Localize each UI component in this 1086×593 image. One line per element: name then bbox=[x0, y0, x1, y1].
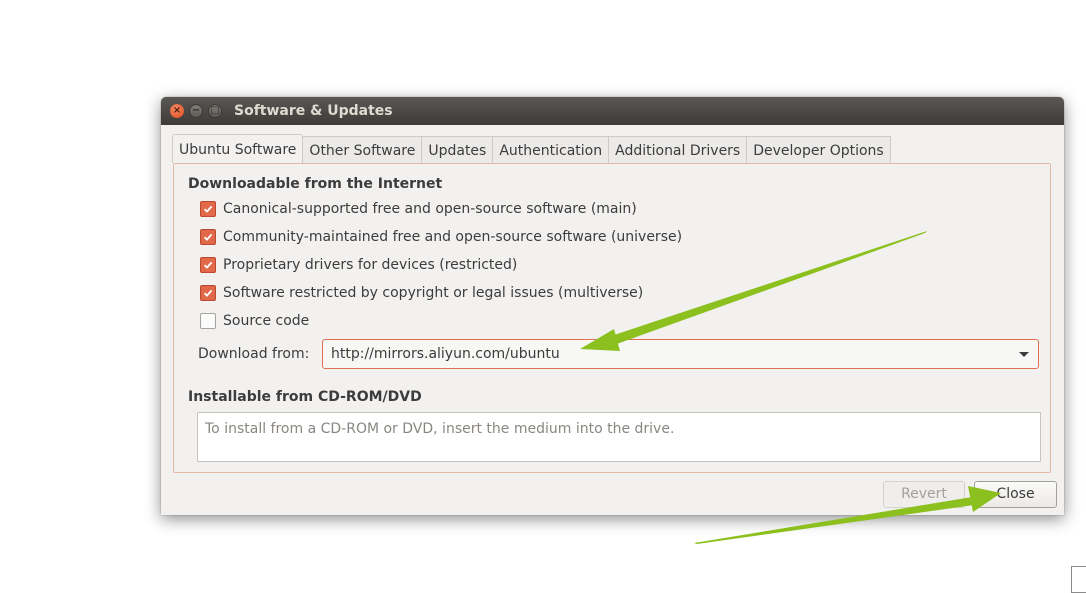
revert-button[interactable]: Revert bbox=[883, 481, 965, 508]
window-maximize-button[interactable]: □ bbox=[208, 104, 222, 118]
window-close-button[interactable]: × bbox=[170, 104, 184, 118]
check-icon bbox=[203, 289, 213, 297]
checkbox-universe[interactable] bbox=[200, 229, 216, 245]
minimize-icon: − bbox=[191, 105, 201, 116]
internet-section-heading: Downloadable from the Internet bbox=[188, 176, 443, 192]
option-restricted[interactable]: Proprietary drivers for devices (restric… bbox=[200, 256, 517, 274]
tab-bar: Ubuntu Software Other Software Updates A… bbox=[172, 134, 891, 163]
maximize-icon: □ bbox=[210, 105, 220, 116]
tab-other-software[interactable]: Other Software bbox=[303, 136, 423, 163]
title-bar[interactable]: × − □ Software & Updates bbox=[161, 97, 1064, 125]
close-button[interactable]: Close bbox=[974, 481, 1057, 508]
ubuntu-software-panel: Downloadable from the Internet Canonical… bbox=[173, 163, 1051, 473]
check-icon bbox=[203, 205, 213, 213]
checkbox-source-code[interactable] bbox=[200, 313, 216, 329]
window-title: Software & Updates bbox=[234, 103, 393, 119]
tab-additional-drivers[interactable]: Additional Drivers bbox=[609, 136, 748, 163]
close-icon: × bbox=[172, 105, 182, 116]
option-multiverse-label: Software restricted by copyright or lega… bbox=[223, 285, 644, 301]
download-server-value: http://mirrors.aliyun.com/ubuntu bbox=[331, 346, 560, 362]
partial-window-edge bbox=[1071, 566, 1086, 593]
tab-ubuntu-software[interactable]: Ubuntu Software bbox=[172, 134, 304, 163]
check-icon bbox=[203, 261, 213, 269]
option-main-label: Canonical-supported free and open-source… bbox=[223, 201, 637, 217]
option-universe[interactable]: Community-maintained free and open-sourc… bbox=[200, 228, 682, 246]
tab-developer-options[interactable]: Developer Options bbox=[747, 136, 891, 163]
tab-authentication[interactable]: Authentication bbox=[493, 136, 610, 163]
option-restricted-label: Proprietary drivers for devices (restric… bbox=[223, 257, 518, 273]
cdrom-placeholder: To install from a CD-ROM or DVD, insert … bbox=[205, 421, 675, 437]
software-updates-window: × − □ Software & Updates Ubuntu Software… bbox=[161, 97, 1064, 515]
checkbox-restricted[interactable] bbox=[200, 257, 216, 273]
cdrom-list[interactable]: To install from a CD-ROM or DVD, insert … bbox=[197, 412, 1041, 462]
checkbox-main[interactable] bbox=[200, 201, 216, 217]
cdrom-section-heading: Installable from CD-ROM/DVD bbox=[188, 389, 422, 405]
chevron-down-icon bbox=[1019, 352, 1029, 357]
download-from-label: Download from: bbox=[198, 346, 310, 362]
option-main[interactable]: Canonical-supported free and open-source… bbox=[200, 200, 637, 218]
checkbox-multiverse[interactable] bbox=[200, 285, 216, 301]
option-source-code-label: Source code bbox=[223, 313, 310, 329]
tab-updates[interactable]: Updates bbox=[422, 136, 494, 163]
option-multiverse[interactable]: Software restricted by copyright or lega… bbox=[200, 284, 643, 302]
check-icon bbox=[203, 233, 213, 241]
window-minimize-button[interactable]: − bbox=[189, 104, 203, 118]
option-source-code[interactable]: Source code bbox=[200, 312, 309, 330]
download-server-combobox[interactable]: http://mirrors.aliyun.com/ubuntu bbox=[322, 339, 1039, 369]
option-universe-label: Community-maintained free and open-sourc… bbox=[223, 229, 683, 245]
